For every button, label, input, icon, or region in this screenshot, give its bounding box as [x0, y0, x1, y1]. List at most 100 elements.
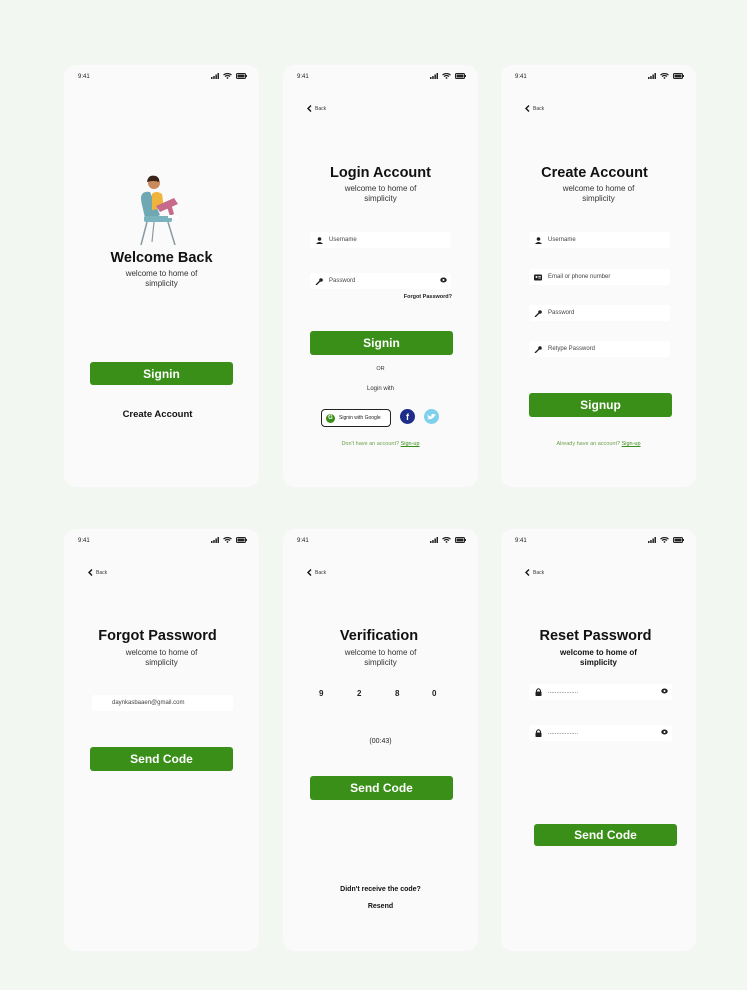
email-placeholder: Email or phone number — [548, 274, 611, 280]
phone-verification: 9:41 Back Verification welcome to home o… — [283, 529, 478, 951]
phone-login: 9:41 Back Login Account welcome to home … — [283, 65, 478, 487]
login-title: Login Account — [330, 165, 431, 181]
status-time: 9:41 — [515, 74, 527, 80]
signin-link[interactable]: Sign-up — [622, 441, 641, 447]
password-field[interactable]: Password — [529, 305, 670, 321]
status-icons — [211, 537, 247, 543]
code-digit-3[interactable]: 8 — [395, 689, 399, 698]
confirm-password-value: .................. — [548, 730, 579, 736]
send-code-button[interactable]: Send Code — [90, 747, 233, 771]
signal-icon — [211, 73, 219, 79]
code-digit-4[interactable]: 0 — [432, 689, 436, 698]
email-field[interactable]: daynkasbaaen@gmail.com — [92, 695, 233, 711]
reset-subtitle: welcome to home of simplicity — [560, 648, 637, 667]
back-label: Back — [315, 105, 327, 112]
signal-icon — [648, 73, 656, 79]
google-icon: G — [326, 413, 335, 423]
twitter-icon[interactable] — [424, 409, 439, 424]
back-button[interactable]: Back — [307, 105, 326, 112]
signup-link[interactable]: Sign-up — [401, 441, 420, 447]
new-password-field[interactable]: .................. — [529, 684, 672, 700]
chevron-left-icon — [307, 105, 312, 112]
battery-icon — [455, 537, 466, 543]
battery-icon — [236, 73, 247, 79]
status-icons — [648, 537, 684, 543]
wifi-icon — [442, 537, 451, 543]
eye-icon[interactable] — [661, 688, 668, 694]
retype-password-field[interactable]: Retype Password — [529, 341, 670, 357]
user-icon — [314, 236, 324, 244]
status-time: 9:41 — [297, 538, 309, 544]
no-code-label: Didn't receive the code? — [340, 886, 421, 893]
send-code-button[interactable]: Send Code — [534, 824, 677, 846]
send-code-button[interactable]: Send Code — [310, 776, 453, 800]
status-icons — [648, 73, 684, 79]
back-button[interactable]: Back — [525, 105, 544, 112]
back-label: Back — [533, 105, 545, 112]
forgot-title: Forgot Password — [98, 628, 217, 644]
create-title: Create Account — [541, 165, 648, 181]
wifi-icon — [223, 537, 232, 543]
forgot-password-link[interactable]: Forgot Password? — [404, 294, 452, 300]
facebook-icon[interactable]: f — [400, 409, 415, 424]
signup-button[interactable]: Signup — [529, 393, 672, 417]
user-icon — [533, 236, 543, 244]
phone-welcome: 9:41 Welcome Back welcome to home of sim… — [64, 65, 259, 487]
verification-title: Verification — [339, 628, 419, 644]
status-time: 9:41 — [78, 538, 90, 544]
welcome-title: Welcome Back — [110, 250, 213, 266]
password-placeholder: Password — [548, 310, 575, 316]
contact-card-icon — [533, 274, 543, 281]
back-label: Back — [315, 569, 327, 576]
reset-title: Reset Password — [539, 628, 652, 644]
welcome-subtitle: welcome to home of simplicity — [125, 269, 198, 288]
signin-button[interactable]: Signin — [310, 331, 453, 355]
username-field[interactable]: Username — [310, 232, 451, 248]
battery-icon — [236, 537, 247, 543]
eye-icon[interactable] — [661, 729, 668, 735]
email-field[interactable]: Email or phone number — [529, 269, 670, 285]
battery-icon — [455, 73, 466, 79]
wifi-icon — [223, 73, 232, 79]
google-signin-label: Signin with Google — [339, 415, 381, 421]
new-password-value: .................. — [548, 689, 579, 695]
eye-icon[interactable] — [440, 277, 447, 283]
verification-subtitle: welcome to home of simplicity — [344, 648, 417, 667]
create-account-link[interactable]: Create Account — [56, 409, 259, 420]
username-field[interactable]: Username — [529, 232, 670, 248]
wifi-icon — [660, 73, 669, 79]
username-placeholder: Username — [548, 237, 576, 243]
google-signin-button[interactable]: G Signin with Google — [321, 409, 391, 427]
signin-prompt-text: Already have an account? — [556, 441, 621, 447]
signal-icon — [430, 537, 438, 543]
chevron-left-icon — [88, 569, 93, 576]
or-divider: OR — [376, 366, 385, 372]
woman-in-chair-illustration — [140, 175, 178, 245]
back-button[interactable]: Back — [525, 569, 544, 576]
back-button[interactable]: Back — [88, 569, 107, 576]
battery-icon — [673, 73, 684, 79]
password-placeholder: Password — [329, 278, 356, 284]
wifi-icon — [442, 73, 451, 79]
back-button[interactable]: Back — [307, 569, 326, 576]
retype-password-placeholder: Retype Password — [548, 346, 596, 352]
status-icons — [430, 537, 466, 543]
signin-button[interactable]: Signin — [90, 362, 233, 385]
countdown-timer: (00:43) — [369, 738, 392, 745]
status-time: 9:41 — [515, 538, 527, 544]
signup-prompt-text: Don't have an account? — [341, 441, 400, 447]
code-digit-2[interactable]: 2 — [357, 689, 361, 698]
chevron-left-icon — [525, 105, 530, 112]
signal-icon — [211, 537, 219, 543]
phone-reset-password: 9:41 Back Reset Password welcome to home… — [501, 529, 696, 951]
signin-prompt: Already have an account? Sign-up — [501, 441, 696, 447]
wifi-icon — [660, 537, 669, 543]
password-field[interactable]: Password — [310, 273, 451, 289]
resend-link[interactable]: Resend — [283, 903, 478, 910]
code-digit-1[interactable]: 9 — [319, 689, 323, 698]
status-time: 9:41 — [78, 74, 90, 80]
confirm-password-field[interactable]: .................. — [529, 725, 672, 741]
login-with-label: Login with — [366, 386, 395, 392]
key-icon — [314, 277, 324, 285]
status-icons — [211, 73, 247, 79]
